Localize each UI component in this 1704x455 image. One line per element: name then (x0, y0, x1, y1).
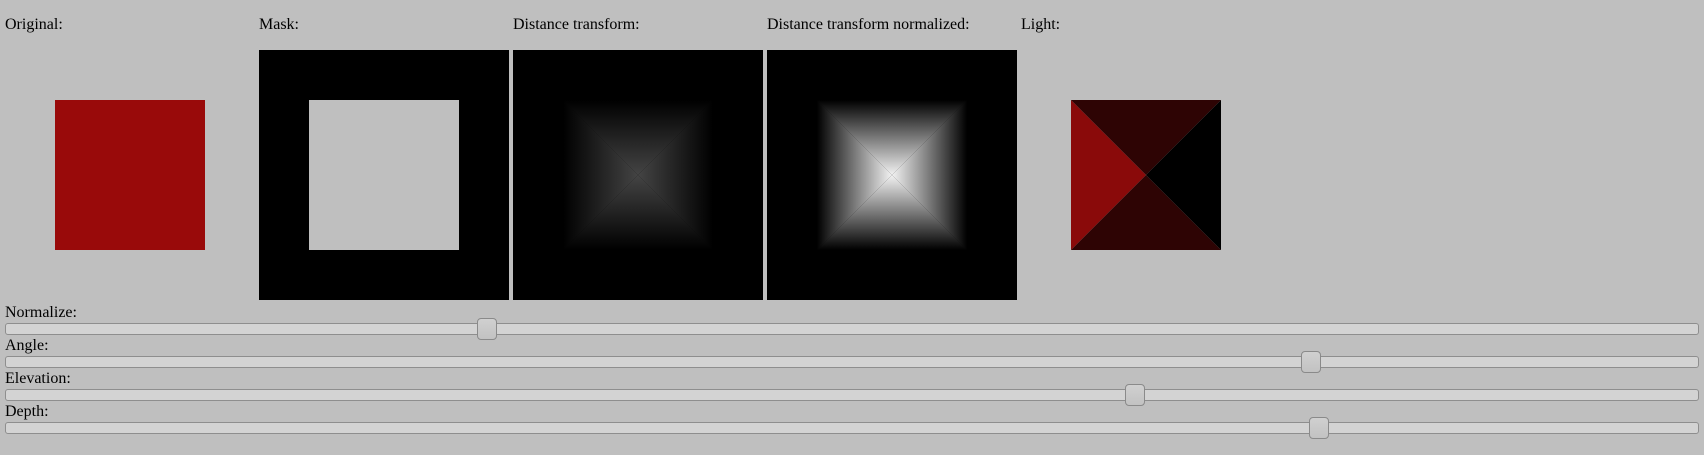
angle-label: Angle: (5, 337, 49, 354)
normalize-slider-row: Normalize: (5, 303, 1701, 340)
elevation-label: Elevation: (5, 370, 71, 387)
depth-slider-thumb[interactable] (1308, 417, 1329, 439)
normalize-label: Normalize: (5, 304, 77, 321)
mask-square (309, 100, 459, 250)
distance-transform-label: Distance transform: (513, 16, 640, 33)
light-image (1071, 100, 1221, 250)
elevation-slider-row: Elevation: (5, 369, 1701, 406)
distance-transform-normalized-canvas (767, 50, 1017, 300)
mask-canvas (259, 50, 509, 300)
distance-transform-normalized-image (817, 100, 967, 250)
light-label: Light: (1021, 16, 1061, 33)
depth-slider-row: Depth: (5, 402, 1701, 439)
original-canvas (5, 50, 255, 300)
distance-transform-image (563, 100, 713, 250)
original-red-square (55, 100, 205, 250)
angle-slider-row: Angle: (5, 336, 1701, 373)
normalize-slider[interactable] (5, 318, 1699, 340)
image-panels: Original: Mask: Distance transform: Dist… (0, 0, 1704, 310)
elevation-slider[interactable] (5, 384, 1699, 406)
mask-label: Mask: (259, 16, 299, 33)
distance-transform-normalized-label: Distance transform normalized: (767, 16, 970, 33)
distance-transform-canvas (513, 50, 763, 300)
depth-slider[interactable] (5, 417, 1699, 439)
slider-controls: Normalize: Angle: Elevation: Depth: (5, 303, 1701, 439)
original-label: Original: (5, 16, 63, 33)
light-canvas (1021, 50, 1271, 300)
depth-label: Depth: (5, 403, 49, 420)
angle-slider[interactable] (5, 351, 1699, 373)
